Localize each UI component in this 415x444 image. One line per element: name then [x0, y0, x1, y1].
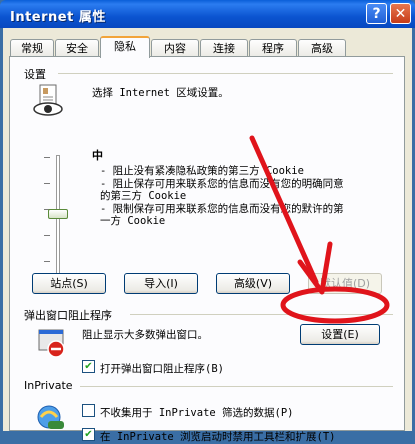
annotation-arrow-shaft	[249, 135, 319, 285]
annotation-circle	[280, 286, 390, 324]
red-annotation-overlay	[249, 135, 390, 324]
inprivate-toolbars-label[interactable]: 在 InPrivate 浏览启动时禁用工具栏和扩展(T)	[100, 429, 336, 444]
tab-privacy[interactable]: 隐私	[100, 36, 150, 58]
